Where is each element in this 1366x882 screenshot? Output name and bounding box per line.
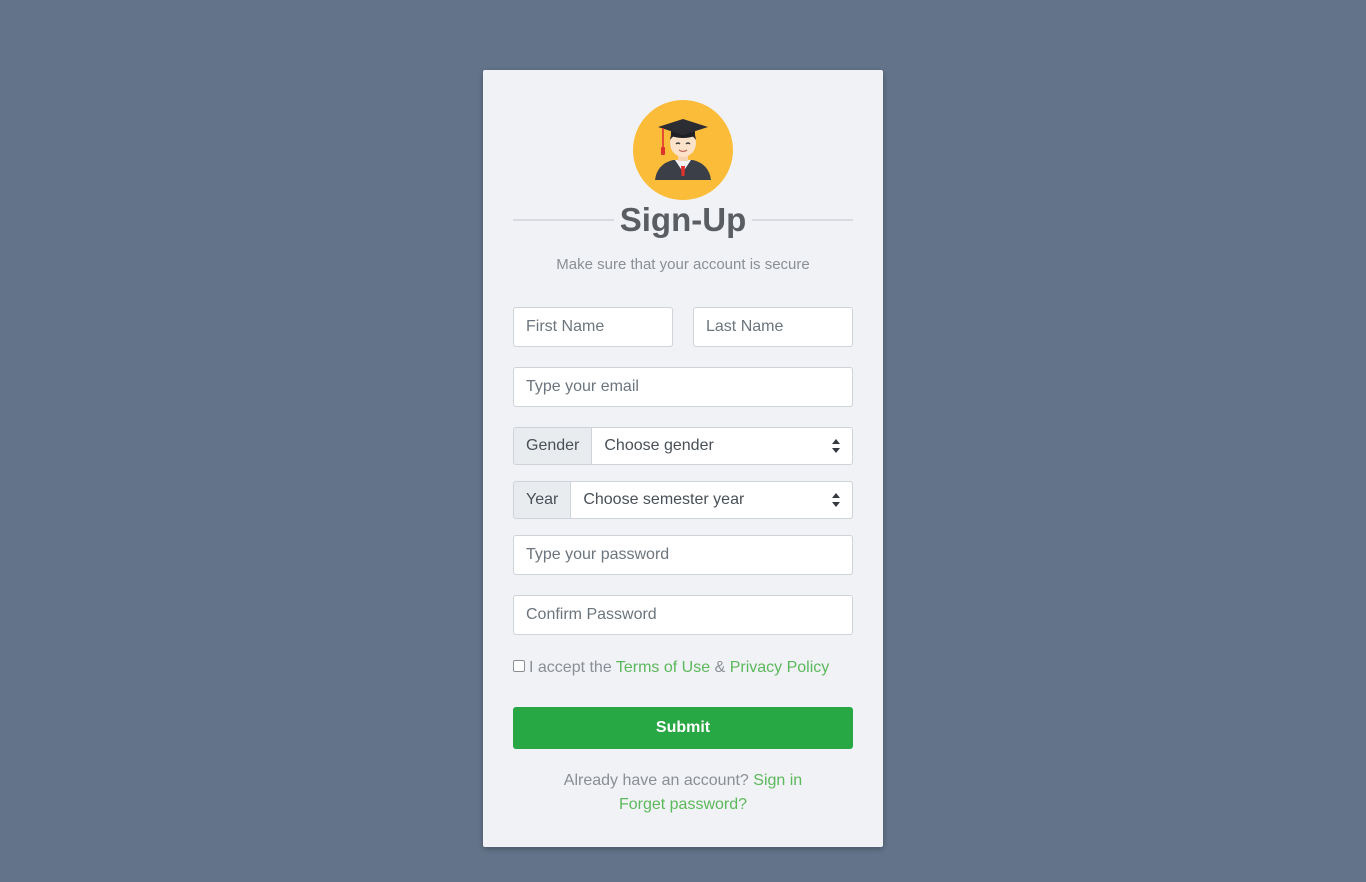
confirm-password-input[interactable] bbox=[513, 595, 853, 635]
terms-prefix: I accept the bbox=[529, 659, 612, 676]
gender-group: Gender Choose gender bbox=[513, 427, 853, 465]
sign-in-row: Already have an account? Sign in bbox=[483, 769, 883, 793]
forget-password-row: Forget password? bbox=[483, 793, 883, 817]
select-arrows-icon bbox=[832, 439, 840, 453]
terms-checkbox[interactable] bbox=[513, 659, 525, 672]
signup-card: Sign-Up Make sure that your account is s… bbox=[483, 70, 883, 847]
sign-in-link[interactable]: Sign in bbox=[753, 772, 802, 789]
terms-ampersand: & bbox=[714, 659, 726, 676]
gender-select-value: Choose gender bbox=[604, 437, 714, 454]
gender-label: Gender bbox=[513, 427, 592, 465]
first-name-input[interactable] bbox=[513, 307, 673, 347]
submit-button[interactable]: Submit bbox=[513, 707, 853, 749]
year-label: Year bbox=[513, 481, 571, 519]
email-input[interactable] bbox=[513, 367, 853, 407]
year-group: Year Choose semester year bbox=[513, 481, 853, 519]
title-divider-right bbox=[752, 219, 853, 221]
forget-password-link[interactable]: Forget password? bbox=[619, 796, 747, 813]
last-name-input[interactable] bbox=[693, 307, 853, 347]
year-select-value: Choose semester year bbox=[583, 491, 745, 508]
year-select[interactable]: Choose semester year bbox=[570, 481, 853, 519]
select-arrows-icon bbox=[832, 493, 840, 507]
gender-select[interactable]: Choose gender bbox=[591, 427, 853, 465]
graduate-avatar-icon bbox=[633, 100, 733, 200]
password-input[interactable] bbox=[513, 535, 853, 575]
title-row: Sign-Up bbox=[513, 200, 853, 240]
terms-of-use-link[interactable]: Terms of Use bbox=[616, 659, 710, 676]
page-subtitle: Make sure that your account is secure bbox=[556, 256, 810, 273]
privacy-policy-link[interactable]: Privacy Policy bbox=[730, 659, 830, 676]
account-prompt: Already have an account? bbox=[563, 772, 749, 789]
terms-row: I accept the Terms of Use & Privacy Poli… bbox=[513, 658, 853, 678]
